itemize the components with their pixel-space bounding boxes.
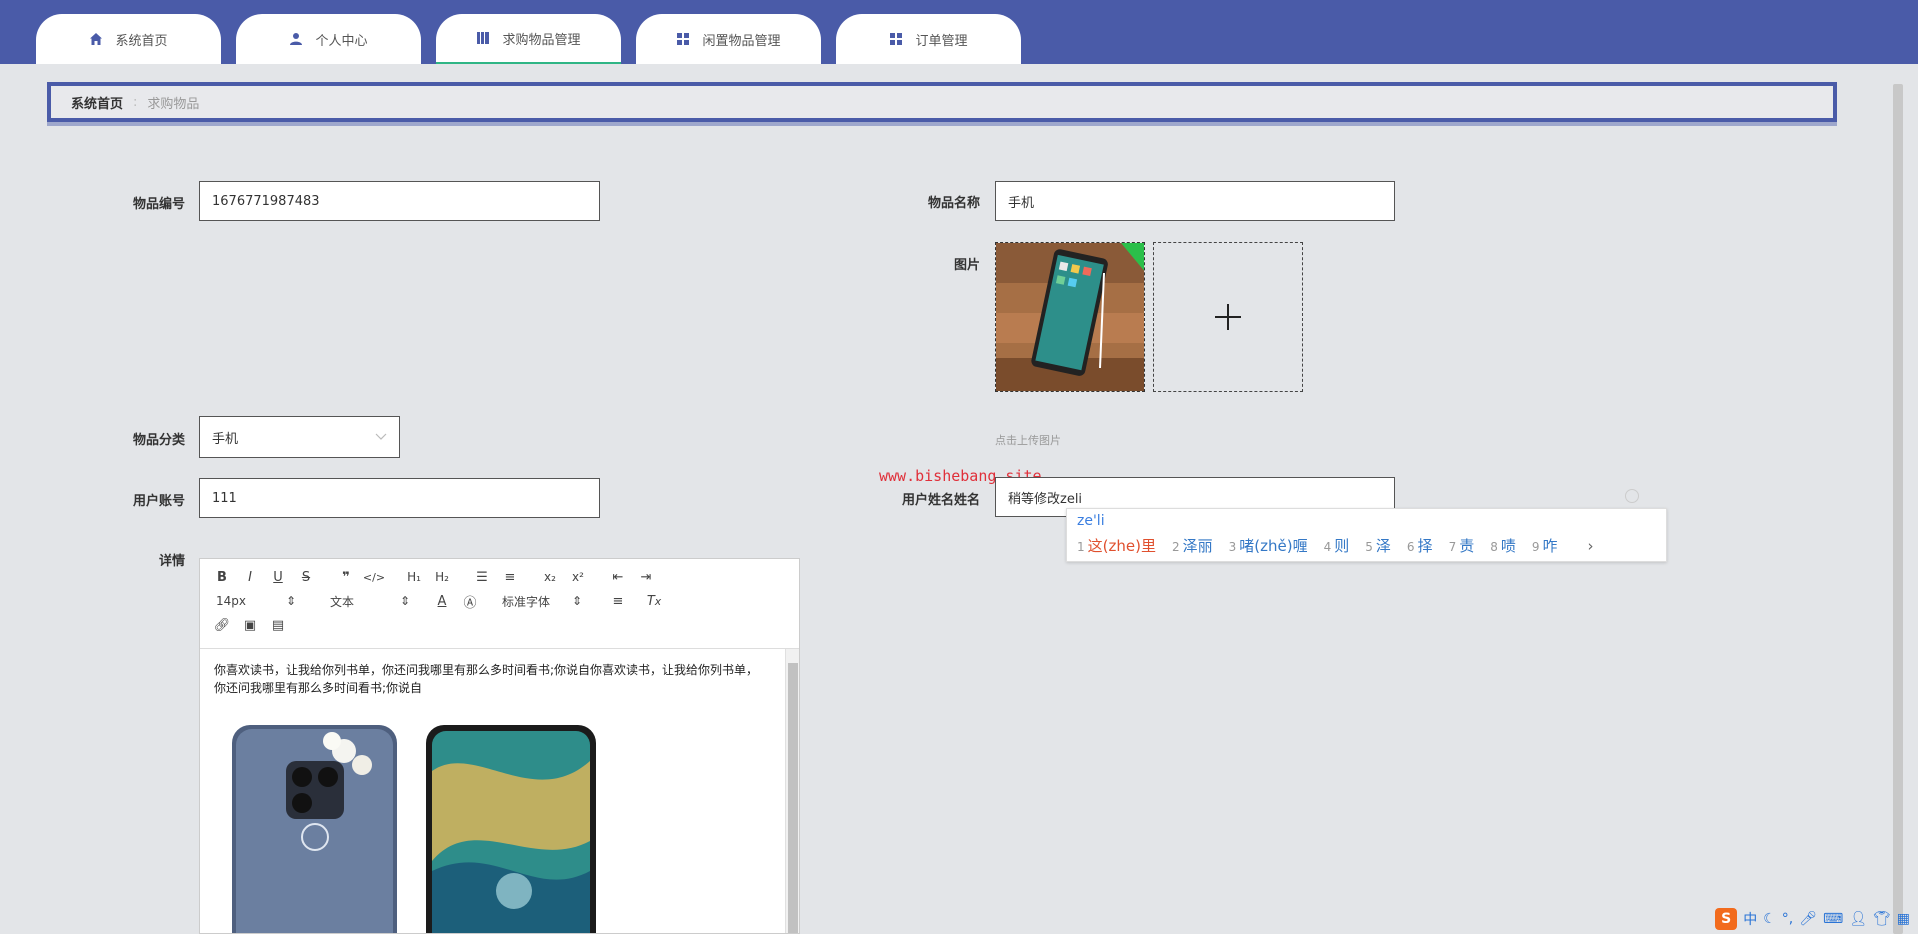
home-icon [89, 32, 103, 46]
microphone-icon[interactable]: 🎤︎ [1799, 911, 1817, 927]
tab-wanted-items-label: 求购物品管理 [502, 32, 581, 48]
bookmark-icon [476, 31, 490, 45]
underline-button[interactable]: U [264, 566, 292, 588]
code-button[interactable]: </> [360, 566, 388, 588]
tab-home[interactable]: 系统首页 [36, 14, 221, 64]
grid-icon [889, 32, 903, 46]
blockquote-button[interactable]: ❞ [332, 566, 360, 588]
editor-toolbar: B I U S ❞ </> H₁ H₂ ☰ ≡ x₂ x² ⇤ ⇥ 14px ⇕ … [200, 559, 799, 649]
upload-hint: 点击上传图片 [995, 434, 1061, 447]
ime-candidate[interactable]: 7责 [1449, 535, 1475, 556]
grid-icon [676, 32, 690, 46]
ime-candidate[interactable]: 3 啫(zhě)喱 [1229, 535, 1308, 556]
editor-embedded-image [214, 701, 614, 933]
punctuation-icon[interactable]: °, [1782, 911, 1793, 927]
ime-language[interactable]: 中 [1743, 909, 1757, 929]
ime-candidate[interactable]: 4则 [1324, 535, 1350, 556]
ime-candidate[interactable]: 2 泽丽 [1172, 535, 1213, 556]
h1-button[interactable]: H₁ [400, 566, 428, 588]
item-no-label: 物品编号 [132, 197, 185, 212]
ordered-list-button[interactable]: ☰ [468, 566, 496, 588]
tab-profile-label: 个人中心 [315, 33, 368, 49]
ime-candidate-list: 1 这(zhe)里 2 泽丽 3 啫(zhě)喱 4则 5泽 6择 7责 8啧 9咋 … [1077, 535, 1594, 556]
tab-profile[interactable]: 个人中心 [236, 14, 421, 64]
ime-candidate[interactable]: 5泽 [1365, 535, 1391, 556]
detail-label: 详情 [158, 554, 185, 569]
tab-idle-items[interactable]: 闲置物品管理 [636, 14, 821, 64]
plus-icon [1215, 304, 1241, 330]
sort-icon: ⇕ [399, 594, 410, 608]
tab-orders-label: 订单管理 [915, 33, 968, 49]
strike-button[interactable]: S [292, 566, 320, 588]
editor-scrollbar[interactable] [785, 649, 799, 933]
category-select[interactable]: 手机 [199, 416, 400, 458]
breadcrumb-current: 求购物品 [147, 96, 200, 112]
moon-icon[interactable]: ☾ [1763, 911, 1776, 927]
ime-tray: S 中 ☾ °, 🎤︎ ⌨ 👤︎ 👕︎ ▦ [1707, 904, 1918, 934]
ime-candidate[interactable]: 6择 [1407, 535, 1433, 556]
ime-pinyin: ze'li [1077, 513, 1105, 529]
font-color-button[interactable]: A [428, 590, 456, 612]
grid-icon[interactable]: ▦ [1897, 911, 1910, 927]
image-icon[interactable]: ▣ [236, 614, 264, 636]
font-size-select[interactable]: 14px ⇕ [208, 594, 304, 608]
font-family-select[interactable]: 标准字体 ⇕ [494, 593, 590, 610]
account-input[interactable]: 111 [199, 478, 600, 518]
clear-icon[interactable] [1625, 489, 1639, 503]
rich-text-editor[interactable]: B I U S ❞ </> H₁ H₂ ☰ ≡ x₂ x² ⇤ ⇥ 14px ⇕ … [199, 558, 800, 934]
sort-icon: ⇕ [285, 594, 296, 608]
block-type-value: 文本 [330, 594, 355, 609]
username-label: 用户姓名姓名 [901, 493, 980, 508]
indent-button[interactable]: ⇥ [632, 566, 660, 588]
uploaded-image-thumbnail[interactable] [995, 242, 1145, 392]
chevron-right-icon[interactable]: › [1588, 537, 1594, 555]
subscript-button[interactable]: x₂ [536, 566, 564, 588]
ime-candidate[interactable]: 9咋 [1532, 535, 1558, 556]
align-button[interactable]: ≡ [604, 590, 632, 612]
upload-image-button[interactable] [1153, 242, 1303, 392]
account-label: 用户账号 [132, 494, 185, 509]
h2-button[interactable]: H₂ [428, 566, 456, 588]
tab-orders[interactable]: 订单管理 [836, 14, 1021, 64]
page-scrollbar[interactable] [1890, 64, 1906, 934]
breadcrumb-separator: : [133, 94, 138, 110]
image-label: 图片 [953, 258, 980, 273]
tab-idle-items-label: 闲置物品管理 [702, 33, 781, 49]
italic-button[interactable]: I [236, 566, 264, 588]
editor-content[interactable]: 你喜欢读书，让我给你列书单，你还问我哪里有那么多时间看书;你说自你喜欢读书，让我… [200, 649, 799, 933]
clear-format-button[interactable]: Tx [640, 590, 668, 612]
tab-wanted-items[interactable]: 求购物品管理 [436, 14, 621, 64]
item-name-input[interactable]: 手机 [995, 181, 1395, 221]
superscript-button[interactable]: x² [564, 566, 592, 588]
block-type-select[interactable]: 文本 ⇕ [322, 593, 418, 610]
category-select-value: 手机 [212, 431, 239, 447]
shirt-icon[interactable]: 👕︎ [1873, 911, 1891, 927]
category-label: 物品分类 [132, 433, 185, 448]
tab-home-label: 系统首页 [115, 33, 168, 49]
item-name-label: 物品名称 [927, 196, 980, 211]
user-icon [289, 32, 303, 46]
keyboard-icon[interactable]: ⌨ [1823, 911, 1843, 927]
font-size-value: 14px [216, 594, 246, 608]
ime-candidate-popup: ze'li 1 这(zhe)里 2 泽丽 3 啫(zhě)喱 4则 5泽 6择 7责 … [1066, 508, 1667, 562]
chevron-down-icon [375, 430, 387, 445]
breadcrumb-home[interactable]: 系统首页 [71, 93, 123, 112]
video-icon[interactable]: ▤ [264, 614, 292, 636]
background-color-button[interactable]: Ⓐ [456, 590, 484, 612]
user-icon[interactable]: 👤︎ [1849, 911, 1867, 927]
sogou-logo-icon[interactable]: S [1715, 908, 1738, 930]
breadcrumb: 系统首页 : 求购物品 [47, 82, 1837, 122]
ime-candidate[interactable]: 8啧 [1490, 535, 1516, 556]
ime-candidate[interactable]: 1 这(zhe)里 [1077, 535, 1156, 556]
editor-text: 你喜欢读书，让我给你列书单，你还问我哪里有那么多时间看书;你说自你喜欢读书，让我… [214, 663, 759, 695]
bullet-list-button[interactable]: ≡ [496, 566, 524, 588]
outdent-button[interactable]: ⇤ [604, 566, 632, 588]
sort-icon: ⇕ [571, 594, 582, 608]
item-no-input[interactable]: 1676771987483 [199, 181, 600, 221]
font-family-value: 标准字体 [502, 594, 551, 609]
bold-button[interactable]: B [208, 566, 236, 588]
link-icon[interactable]: 🔗︎ [208, 614, 236, 636]
